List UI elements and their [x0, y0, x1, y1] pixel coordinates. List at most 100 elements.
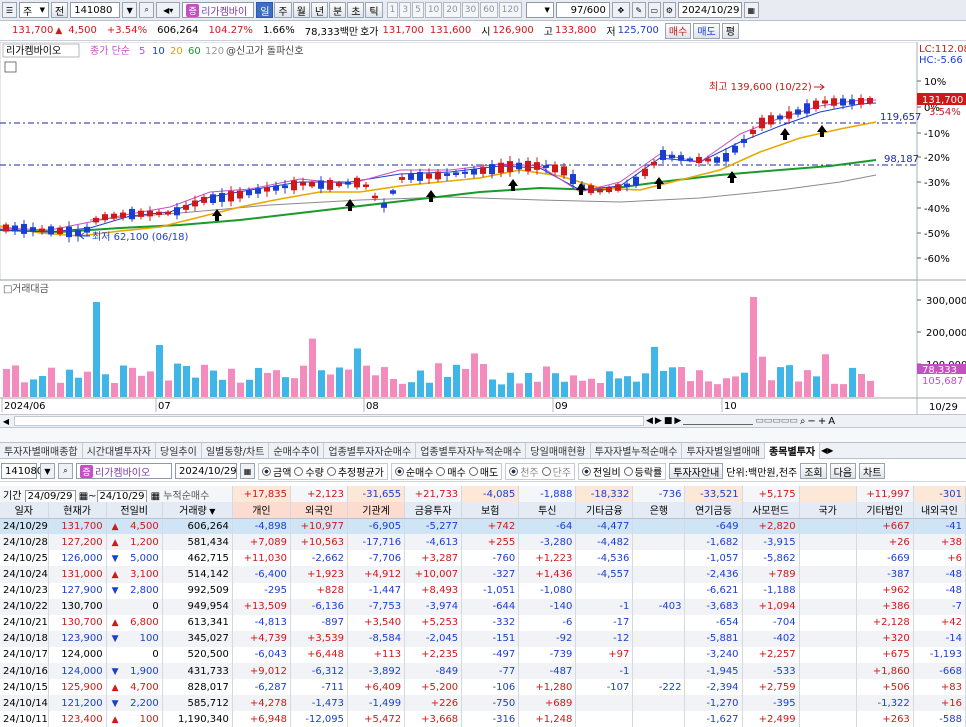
table-row[interactable]: 24/10/28127,2001,200581,434+7,089+10,563…: [0, 534, 966, 551]
print-icon[interactable]: ▭: [647, 2, 661, 18]
play-forward-icon[interactable]: ▶: [674, 416, 681, 426]
plus-icon[interactable]: +: [818, 416, 826, 427]
interval-1-button[interactable]: 1: [386, 2, 399, 18]
tab-investor-daily[interactable]: 투자자별일별매매: [682, 442, 766, 459]
column-header[interactable]: 국가: [799, 502, 857, 519]
column-header[interactable]: 전일비: [106, 502, 163, 519]
zoom-in-icon[interactable]: ⌕: [800, 416, 806, 427]
interval-120-button[interactable]: 120: [498, 2, 522, 18]
radio-prev-diff[interactable]: 전일비: [582, 464, 621, 479]
tab-sector-cumulative[interactable]: 업종별투자자누적순매수: [416, 442, 527, 459]
interval-20-button[interactable]: 20: [443, 2, 461, 18]
grid-icon[interactable]: [4, 61, 17, 73]
code-dropdown-icon[interactable]: ▼: [40, 463, 55, 479]
table-row[interactable]: 24/10/24131,0003,100514,142-6,400+1,923+…: [0, 566, 966, 583]
column-header[interactable]: 내외국인: [913, 502, 966, 519]
radio-buy[interactable]: 매수: [436, 464, 466, 479]
search-icon[interactable]: ⌕: [139, 2, 155, 18]
column-header[interactable]: 은행: [632, 502, 686, 519]
investor-table[interactable]: 기간 24/09/29 ▦~ 24/10/29 ▦ 누적순매수 +17,835 +2,…: [0, 486, 966, 727]
calendar-icon[interactable]: ▦: [79, 491, 88, 502]
code-input[interactable]: 141080: [1, 463, 43, 479]
stop-icon[interactable]: ■: [664, 416, 673, 426]
column-header[interactable]: 기타금융: [575, 502, 634, 519]
sort-dropdown-icon[interactable]: ▼: [207, 507, 215, 516]
play-icon[interactable]: ▶: [655, 416, 662, 426]
sell-button[interactable]: 매도: [693, 22, 720, 39]
column-header[interactable]: 보험: [461, 502, 520, 519]
column-header[interactable]: 금융투자: [404, 502, 463, 519]
tab-time-investor[interactable]: 시간대별투자자: [83, 442, 157, 459]
radio-thousand-shares[interactable]: 천주: [509, 464, 539, 479]
tab-intraday-trading[interactable]: 당일매매현황: [526, 442, 591, 459]
tab-daily-trend[interactable]: 일별동향/차트: [202, 442, 270, 459]
column-header[interactable]: 투신: [518, 502, 577, 519]
radio-net-buy[interactable]: 순매수: [394, 464, 433, 479]
calendar-icon[interactable]: ▦: [240, 463, 255, 479]
price-chart[interactable]: 10%0%-10%-20%-30%-40%-50%-60% 리가켐바이오 종가 …: [0, 42, 966, 414]
period-tick-button[interactable]: 틱: [365, 2, 383, 18]
table-row[interactable]: 24/10/23127,9002,800992,509-295+828-1,44…: [0, 582, 966, 599]
table-row[interactable]: 24/10/25126,0005,000462,715+11,030-2,662…: [0, 550, 966, 567]
query-date-input[interactable]: 2024/10/29: [175, 463, 237, 479]
table-row[interactable]: 24/10/14121,2002,200585,712+4,278-1,473-…: [0, 695, 966, 712]
table-row[interactable]: 24/10/22 130,700 0 949,954 +13,509 -6,136 -7,7…: [0, 598, 966, 615]
sound-icon[interactable]: ◀▾: [156, 2, 181, 18]
tab-sector-net-buy[interactable]: 업종별투자자순매수: [324, 442, 417, 459]
buy-button[interactable]: 매수: [664, 22, 692, 39]
zoom-slider[interactable]: [683, 417, 754, 425]
radio-amount[interactable]: 금액: [262, 464, 291, 479]
settings-icon[interactable]: ⚙: [662, 2, 676, 18]
play-back-icon[interactable]: ◀: [646, 416, 653, 426]
column-header[interactable]: 기타법인: [856, 502, 914, 519]
radio-sell[interactable]: 매도: [468, 464, 498, 479]
tab-stock-investor[interactable]: 종목별투자: [765, 442, 821, 459]
table-row[interactable]: 24/10/16124,0001,900431,733+9,012-6,312-…: [0, 663, 966, 680]
column-header[interactable]: 개인: [232, 502, 291, 519]
interval-60-button[interactable]: 60: [480, 2, 498, 18]
investor-guide-button[interactable]: 투자자안내: [669, 463, 724, 479]
period-from-input[interactable]: 24/09/29: [24, 489, 76, 503]
window-menu-icon[interactable]: ☰: [2, 2, 17, 18]
calendar-icon[interactable]: ▦: [151, 491, 160, 502]
code-dropdown-icon[interactable]: ▼: [122, 2, 138, 18]
period-year-button[interactable]: 년: [310, 2, 329, 18]
radio-single-shares[interactable]: 단주: [541, 464, 571, 479]
column-header[interactable]: 외국인: [290, 502, 349, 519]
layout-icons[interactable]: ▭▭▭▭▭: [755, 416, 798, 426]
table-row[interactable]: 24/10/15125,9004,700828,017-6,287-711+6,…: [0, 679, 966, 696]
period-day-button[interactable]: 일: [256, 2, 274, 18]
column-header[interactable]: 사모펀드: [742, 502, 800, 519]
table-row[interactable]: 24/10/29131,7004,500606,264-4,898+10,977…: [0, 518, 966, 535]
table-row[interactable]: 24/10/17 124,000 0 520,500 -6,043 +6,448 +113 +…: [0, 646, 966, 664]
interval-5-button[interactable]: 5: [412, 2, 424, 18]
radio-avg-price[interactable]: 추정평균가: [326, 464, 384, 479]
tab-investor-cumulative[interactable]: 투자자별누적순매수: [591, 442, 683, 459]
interval-10-button[interactable]: 10: [424, 2, 443, 18]
period-type-button[interactable]: 전: [51, 2, 69, 18]
period-month-button[interactable]: 월: [292, 2, 310, 18]
period-week-button[interactable]: 주: [274, 2, 292, 18]
column-header[interactable]: 거래량 ▼: [162, 502, 233, 519]
radio-rate[interactable]: 등락률: [623, 464, 662, 479]
font-icon[interactable]: A: [828, 416, 835, 427]
minus-icon[interactable]: −: [807, 416, 815, 427]
column-header[interactable]: 일자: [0, 502, 49, 519]
tab-net-buy-trend[interactable]: 순매수추이: [269, 442, 325, 459]
market-select[interactable]: 주 ▼: [19, 2, 49, 18]
next-button[interactable]: 다음: [829, 463, 857, 479]
chart-date-input[interactable]: 2024/10/29: [677, 2, 742, 18]
interval-3-button[interactable]: 3: [399, 2, 412, 18]
search-icon[interactable]: ⌕: [58, 463, 73, 479]
radio-quantity[interactable]: 수량: [294, 464, 324, 479]
data-count-input[interactable]: 97/600: [555, 2, 610, 18]
calendar-icon[interactable]: ▦: [743, 2, 759, 18]
custom-interval-input[interactable]: ▼: [525, 2, 554, 18]
period-minute-button[interactable]: 분: [329, 2, 347, 18]
column-header[interactable]: 기관계: [347, 502, 406, 519]
column-header[interactable]: 연기금등: [684, 502, 743, 519]
column-header[interactable]: 현재가: [48, 502, 107, 519]
table-row[interactable]: 24/10/18123,900100345,027+4,739+3,539-8,…: [0, 630, 966, 647]
pen-icon[interactable]: ✎: [631, 2, 646, 18]
crosshair-icon[interactable]: ✥: [611, 2, 630, 18]
